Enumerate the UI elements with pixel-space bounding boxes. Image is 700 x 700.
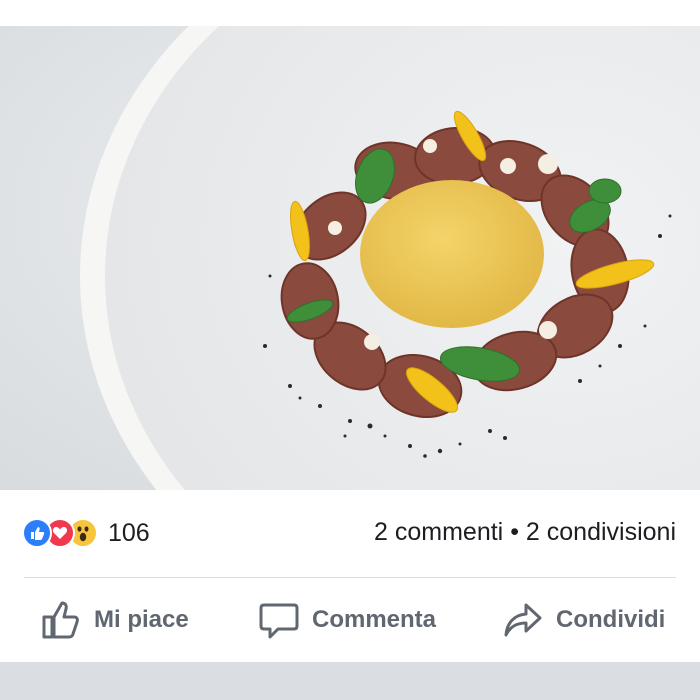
top-strip [0,0,700,26]
stats-separator: • [510,518,519,546]
comment-button-label: Commenta [312,606,437,633]
thumbs-up-icon [42,601,79,639]
reactions-summary[interactable]: 106 [22,516,150,550]
comment-button[interactable]: Commenta [258,598,436,642]
comment-icon [259,603,299,639]
share-icon [504,603,542,637]
like-button[interactable]: Mi piace [40,598,189,642]
like-button-label: Mi piace [94,606,189,633]
feed-separator [0,662,700,700]
comments-count[interactable]: 2 commenti [374,518,503,546]
like-reaction-icon [22,518,52,548]
share-button-label: Condividi [556,606,666,633]
share-button[interactable]: Condividi [502,598,665,642]
reaction-count: 106 [108,518,150,547]
post-actions: Mi piace Commenta Condividi [0,578,700,662]
comments-shares-summary[interactable]: 2 commenti • 2 condivisioni [374,518,676,547]
post-photo[interactable] [0,26,700,490]
shares-count[interactable]: 2 condivisioni [526,518,676,546]
post-stats: 106 2 commenti • 2 condivisioni [0,490,700,578]
